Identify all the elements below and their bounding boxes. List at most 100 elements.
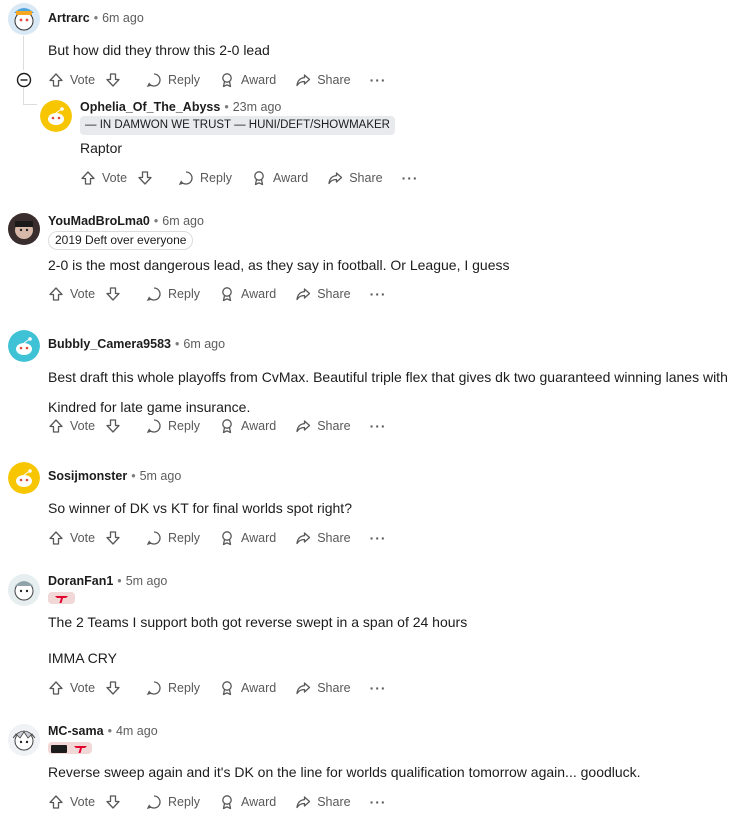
reply-button[interactable]: Reply <box>146 680 200 696</box>
share-button[interactable]: Share <box>295 286 351 302</box>
award-button[interactable]: Award <box>219 286 276 302</box>
avatar[interactable] <box>8 330 40 362</box>
comment-actions: Vote Reply Award Share ··· <box>48 284 387 304</box>
reply-icon <box>146 795 161 810</box>
share-button[interactable]: Share <box>295 680 351 696</box>
award-label: Award <box>241 419 277 433</box>
comment-body: So winner of DK vs KT for final worlds s… <box>48 497 352 519</box>
award-button[interactable]: Award <box>219 794 276 810</box>
comment-text-line: Best draft this whole playoffs from CvMa… <box>48 369 728 385</box>
avatar[interactable] <box>40 100 72 132</box>
upvote-icon[interactable] <box>48 72 64 88</box>
thread-branch <box>23 88 24 104</box>
reply-icon <box>146 681 161 696</box>
award-button[interactable]: Award <box>219 530 276 546</box>
reply-button[interactable]: Reply <box>146 72 200 88</box>
reply-button[interactable]: Reply <box>178 170 232 186</box>
downvote-icon[interactable] <box>105 794 121 810</box>
timestamp[interactable]: 5m ago <box>140 469 182 483</box>
username[interactable]: YouMadBroLma0 <box>48 214 150 228</box>
more-options-button[interactable]: ··· <box>370 680 387 696</box>
timestamp[interactable]: 6m ago <box>183 337 225 351</box>
downvote-icon[interactable] <box>105 530 121 546</box>
award-label: Award <box>273 171 309 185</box>
avatar[interactable] <box>8 724 40 756</box>
share-button[interactable]: Share <box>295 418 351 434</box>
upvote-icon[interactable] <box>48 794 64 810</box>
award-button[interactable]: Award <box>219 72 276 88</box>
vote-button[interactable]: Vote <box>80 170 159 186</box>
more-options-button[interactable]: ··· <box>370 286 387 302</box>
more-options-button[interactable]: ··· <box>370 530 387 546</box>
share-button[interactable]: Share <box>295 72 351 88</box>
vote-button[interactable]: Vote <box>48 530 127 546</box>
reply-button[interactable]: Reply <box>146 286 200 302</box>
vote-label: Vote <box>70 73 96 87</box>
username[interactable]: DoranFan1 <box>48 574 113 588</box>
upvote-icon[interactable] <box>48 530 64 546</box>
vote-button[interactable]: Vote <box>48 72 127 88</box>
username[interactable]: MC-sama <box>48 724 104 738</box>
award-label: Award <box>241 681 277 695</box>
share-button[interactable]: Share <box>295 794 351 810</box>
more-options-button[interactable]: ··· <box>370 72 387 88</box>
lck-team-flair-icon <box>48 742 92 754</box>
share-icon <box>296 74 311 87</box>
award-label: Award <box>241 287 277 301</box>
timestamp[interactable]: 23m ago <box>233 100 282 114</box>
comment-meta: MC-sama • 4m ago <box>48 724 158 738</box>
more-options-button[interactable]: ··· <box>402 170 419 186</box>
username[interactable]: Ophelia_Of_The_Abyss <box>80 100 220 114</box>
comment-actions: Vote Reply Award Share ··· <box>48 678 387 698</box>
user-flair: — IN DAMWON WE TRUST — HUNI/DEFT/SHOWMAK… <box>80 116 395 135</box>
vote-label: Vote <box>70 681 96 695</box>
timestamp[interactable]: 5m ago <box>126 574 168 588</box>
downvote-icon[interactable] <box>105 680 121 696</box>
separator-dot: • <box>107 724 112 738</box>
comment-actions: Vote Reply Award Share ··· <box>48 792 387 812</box>
more-options-button[interactable]: ··· <box>370 794 387 810</box>
avatar[interactable] <box>8 574 40 606</box>
share-button[interactable]: Share <box>295 530 351 546</box>
comment-body: Reverse sweep again and it's DK on the l… <box>48 761 641 783</box>
timestamp[interactable]: 6m ago <box>102 11 144 25</box>
avatar[interactable] <box>8 213 40 245</box>
award-button[interactable]: Award <box>219 418 276 434</box>
reply-button[interactable]: Reply <box>146 418 200 434</box>
username[interactable]: Bubbly_Camera9583 <box>48 337 171 351</box>
downvote-icon[interactable] <box>105 72 121 88</box>
award-button[interactable]: Award <box>251 170 308 186</box>
comment-body: Best draft this whole playoffs from CvMa… <box>48 366 736 418</box>
collapse-thread-button[interactable] <box>16 72 32 88</box>
share-icon <box>296 420 311 433</box>
share-button[interactable]: Share <box>327 170 383 186</box>
award-button[interactable]: Award <box>219 680 276 696</box>
vote-button[interactable]: Vote <box>48 680 127 696</box>
vote-button[interactable]: Vote <box>48 286 127 302</box>
avatar[interactable] <box>8 462 40 494</box>
comment-text: Reverse sweep again and it's DK on the l… <box>48 764 641 780</box>
reply-button[interactable]: Reply <box>146 794 200 810</box>
more-options-button[interactable]: ··· <box>370 418 387 434</box>
comment-meta: YouMadBroLma0 • 6m ago <box>48 214 204 228</box>
comment-actions: Vote Reply Award Share ··· <box>48 416 387 436</box>
upvote-icon[interactable] <box>80 170 96 186</box>
timestamp[interactable]: 4m ago <box>116 724 158 738</box>
comment-text: So winner of DK vs KT for final worlds s… <box>48 500 352 516</box>
downvote-icon[interactable] <box>105 286 121 302</box>
separator-dot: • <box>174 337 180 351</box>
avatar[interactable] <box>8 3 40 35</box>
timestamp[interactable]: 6m ago <box>162 214 204 228</box>
reply-button[interactable]: Reply <box>146 530 200 546</box>
t1-team-flair-icon <box>48 592 75 604</box>
username[interactable]: Sosijmonster <box>48 469 127 483</box>
upvote-icon[interactable] <box>48 680 64 696</box>
username[interactable]: Artrarc <box>48 11 90 25</box>
downvote-icon[interactable] <box>137 170 153 186</box>
downvote-icon[interactable] <box>105 418 121 434</box>
vote-button[interactable]: Vote <box>48 418 127 434</box>
vote-label: Vote <box>102 171 128 185</box>
vote-button[interactable]: Vote <box>48 794 127 810</box>
upvote-icon[interactable] <box>48 418 64 434</box>
upvote-icon[interactable] <box>48 286 64 302</box>
